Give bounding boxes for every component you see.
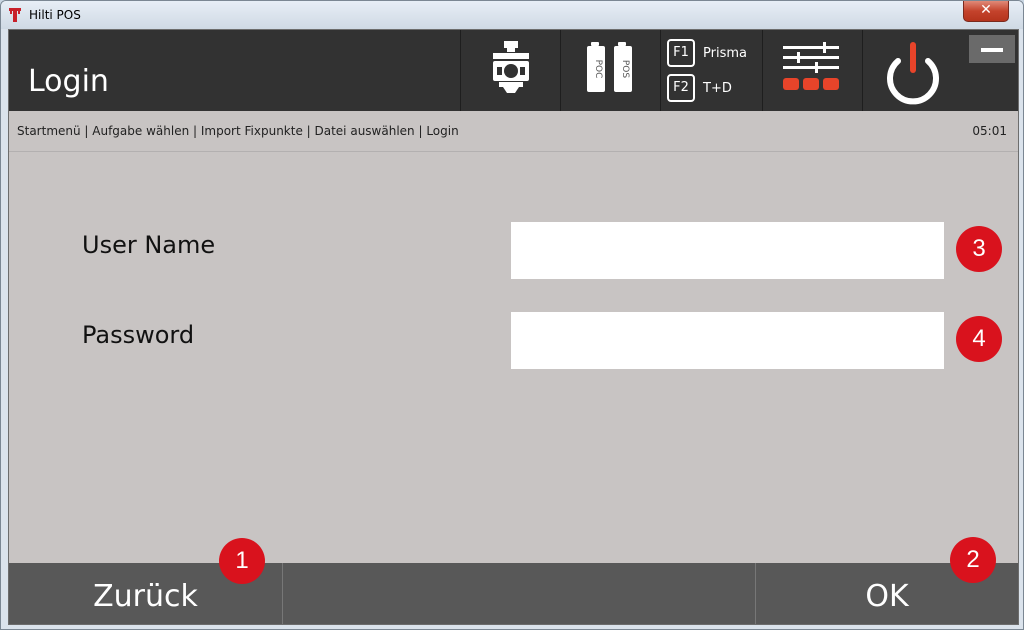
- header-bar: Login POC POS F1 Prisma F2 T+D: [9, 30, 1018, 111]
- footer-bar: Zurück OK: [9, 563, 1018, 624]
- instrument-icon: [493, 41, 529, 93]
- instrument-status-button[interactable]: [460, 30, 560, 111]
- battery-label-pos: POS: [620, 60, 630, 79]
- settings-icon: [783, 42, 839, 90]
- power-button[interactable]: [862, 30, 962, 111]
- f1-label: Prisma: [703, 46, 747, 61]
- clock-time: 05:01: [972, 124, 1007, 138]
- f1-prisma-button[interactable]: F1 Prisma: [661, 39, 761, 69]
- f2-key: F2: [667, 74, 695, 102]
- minimize-button[interactable]: [969, 35, 1015, 63]
- settings-button[interactable]: [762, 30, 862, 111]
- minimize-icon: [981, 48, 1003, 52]
- window-title: Hilti POS: [29, 8, 81, 22]
- app-window: Hilti POS ✕ Login POC POS F1 Prisma F2 T…: [0, 0, 1024, 630]
- username-input[interactable]: [511, 222, 944, 279]
- breadcrumb-bar: Startmenü | Aufgabe wählen | Import Fixp…: [9, 111, 1018, 152]
- window-close-button[interactable]: ✕: [963, 1, 1009, 22]
- password-callout-badge: 4: [956, 316, 1002, 362]
- page-title: Login: [28, 64, 109, 99]
- battery-icon: POC POS: [587, 42, 632, 92]
- password-input[interactable]: [511, 312, 944, 369]
- f2-td-button[interactable]: F2 T+D: [661, 74, 761, 104]
- battery-status-button[interactable]: POC POS: [560, 30, 660, 111]
- battery-label-poc: POC: [593, 60, 603, 79]
- power-icon: [887, 42, 939, 105]
- username-label: User Name: [82, 231, 216, 259]
- f2-label: T+D: [703, 81, 732, 96]
- hilti-app-icon: [9, 8, 21, 22]
- title-bar: Hilti POS ✕: [1, 1, 1023, 29]
- fkey-panel: F1 Prisma F2 T+D: [660, 30, 762, 111]
- back-callout-badge: 1: [219, 538, 265, 584]
- f1-key: F1: [667, 39, 695, 67]
- password-label: Password: [82, 321, 195, 349]
- username-callout-badge: 3: [956, 226, 1002, 272]
- breadcrumb: Startmenü | Aufgabe wählen | Import Fixp…: [17, 124, 459, 138]
- ok-callout-badge: 2: [950, 537, 996, 583]
- app-client: Login POC POS F1 Prisma F2 T+D Startmenü…: [8, 29, 1019, 625]
